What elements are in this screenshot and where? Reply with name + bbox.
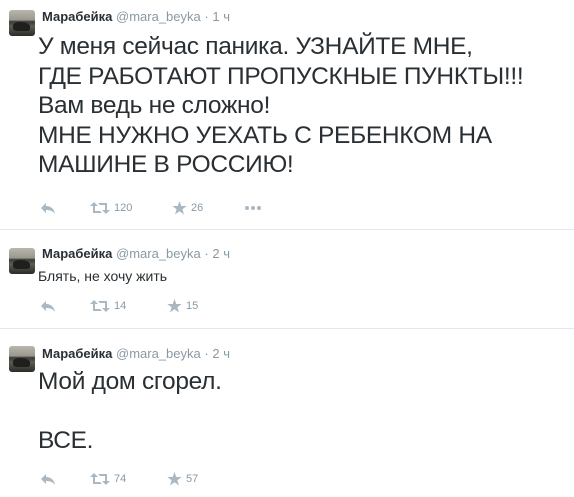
favorite-button[interactable]: 57 xyxy=(167,471,198,487)
reply-button[interactable] xyxy=(40,298,56,314)
separator: · xyxy=(204,346,209,361)
tweet-text-line: ГДЕ РАБОТАЮТ ПРОПУСКНЫЕ ПУНКТЫ!!! xyxy=(38,62,524,90)
timestamp[interactable]: 2 ч xyxy=(212,346,230,361)
retweet-icon xyxy=(90,202,110,214)
avatar[interactable] xyxy=(9,10,35,36)
timestamp[interactable]: 2 ч xyxy=(212,246,230,261)
favorite-star-icon xyxy=(167,472,182,486)
tweet-header: Марабейка @mara_beyka · 2 ч xyxy=(42,246,230,261)
tweet-text-line: ВСЕ. xyxy=(38,427,94,454)
tweet-text-line: Мой дом сгорел. xyxy=(38,368,222,395)
retweet-button[interactable]: 120 xyxy=(90,200,132,216)
tweet-text-line: МНЕ НУЖНО УЕХАТЬ С РЕБЕНКОМ НА xyxy=(38,121,492,149)
separator: · xyxy=(204,246,209,261)
tweet-text-line: Блять, не хочу жить xyxy=(38,268,168,284)
favorite-count: 57 xyxy=(186,473,199,485)
author-handle[interactable]: @mara_beyka xyxy=(116,346,201,361)
retweet-icon xyxy=(90,473,110,485)
separator: · xyxy=(204,9,209,24)
avatar[interactable] xyxy=(9,248,35,274)
favorite-count: 15 xyxy=(186,300,199,312)
reply-icon xyxy=(41,474,55,485)
reply-icon xyxy=(41,203,55,214)
tweet-text-line: Вам ведь не сложно! xyxy=(38,92,271,119)
tweet-actions: 74 57 xyxy=(40,471,240,487)
tweet-text-line: МАШИНЕ В РОССИЮ! xyxy=(38,151,294,178)
tweet-text: У меня сейчас паника. УЗНАЙТЕ МНЕ, ГДЕ Р… xyxy=(38,32,524,180)
reply-icon xyxy=(41,301,55,312)
author-name[interactable]: Марабейка xyxy=(42,346,112,361)
tweet-header: Марабейка @mara_beyka · 1 ч xyxy=(42,9,230,24)
reply-button[interactable] xyxy=(40,200,56,216)
avatar[interactable] xyxy=(9,346,35,372)
retweet-icon xyxy=(90,300,110,312)
tweet-actions: 120 26 xyxy=(40,200,280,216)
favorite-button[interactable]: 15 xyxy=(167,298,198,314)
author-name[interactable]: Марабейка xyxy=(42,9,112,24)
tweet-text-line: У меня сейчас паника. УЗНАЙТЕ МНЕ, xyxy=(38,33,473,60)
more-icon xyxy=(245,206,261,210)
tweet-header: Марабейка @mara_beyka · 2 ч xyxy=(42,346,230,361)
author-handle[interactable]: @mara_beyka xyxy=(116,9,201,24)
favorite-star-icon xyxy=(172,201,187,215)
reply-button[interactable] xyxy=(40,471,56,487)
tweet-2: Марабейка @mara_beyka · 2 ч Блять, не хо… xyxy=(0,230,574,328)
retweet-count: 14 xyxy=(114,300,127,312)
retweet-count: 120 xyxy=(114,202,133,214)
tweet-3: Марабейка @mara_beyka · 2 ч Мой дом сгор… xyxy=(0,329,574,497)
author-handle[interactable]: @mara_beyka xyxy=(116,246,201,261)
tweet-text: Мой дом сгорел. ВСЕ. xyxy=(38,367,222,456)
tweet-text: Блять, не хочу жить xyxy=(38,267,167,285)
retweet-button[interactable]: 74 xyxy=(90,471,126,487)
tweet-text-line-empty xyxy=(38,397,222,427)
favorite-count: 26 xyxy=(191,202,204,214)
tweet-1: Марабейка @mara_beyka · 1 ч У меня сейча… xyxy=(0,0,574,228)
author-name[interactable]: Марабейка xyxy=(42,246,112,261)
retweet-count: 74 xyxy=(114,473,127,485)
favorite-button[interactable]: 26 xyxy=(172,200,203,216)
favorite-star-icon xyxy=(167,299,182,313)
tweet-actions: 14 15 xyxy=(40,298,240,314)
timestamp[interactable]: 1 ч xyxy=(212,9,230,24)
more-button[interactable] xyxy=(244,200,262,216)
retweet-button[interactable]: 14 xyxy=(90,298,126,314)
